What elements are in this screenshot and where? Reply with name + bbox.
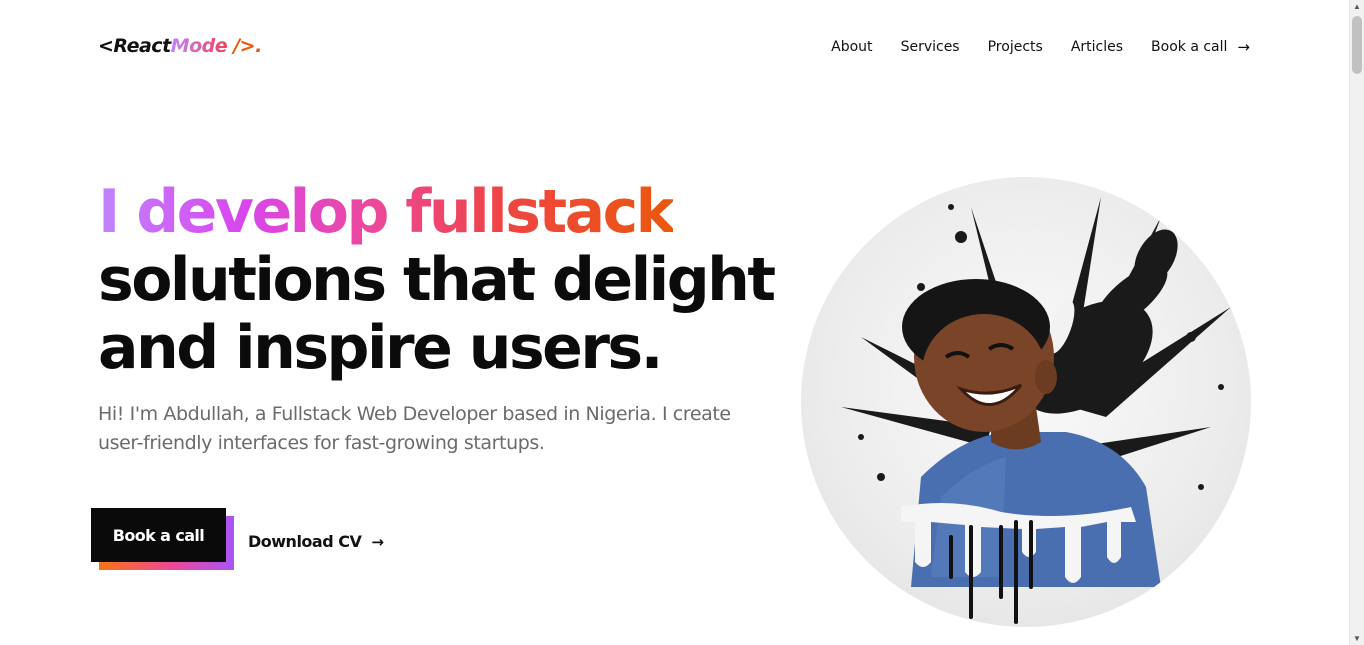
hero-headline: I develop fullstack solutions that delig… (98, 177, 776, 383)
nav-services[interactable]: Services (901, 39, 960, 55)
logo-dot: . (255, 35, 262, 57)
nav-services-label: Services (900, 39, 960, 55)
download-cv-link[interactable]: Download CV → (248, 532, 384, 551)
headline-line-2: solutions that delight (98, 245, 776, 315)
nav-articles-label: Articles (1070, 39, 1124, 55)
arrow-right-icon: → (371, 532, 384, 551)
logo-close: /> (227, 35, 256, 57)
nav-book-a-call-label: Book a call (1151, 39, 1228, 55)
nav-book-a-call[interactable]: Book a call → (1151, 38, 1250, 56)
book-call-button[interactable]: Book a call (91, 508, 226, 562)
book-call-cta: Book a call (91, 508, 234, 570)
site-logo[interactable]: <ReactMode />. (98, 35, 262, 57)
page-scrollbar[interactable]: ▲ ▼ (1349, 0, 1364, 645)
download-cv-label: Download CV (248, 532, 362, 551)
main-nav: About Services Projects Articles Book a … (831, 38, 1250, 56)
headline-highlight: I develop fullstack (98, 177, 676, 247)
logo-mode: Mode (170, 35, 228, 57)
portrait-image (801, 177, 1251, 627)
nav-projects[interactable]: Projects (988, 39, 1043, 55)
nav-projects-label: Projects (987, 39, 1043, 55)
headline-line-3: and inspire users. (98, 313, 663, 383)
nav-about-label: About (831, 39, 873, 55)
scroll-down-icon[interactable]: ▼ (1353, 634, 1361, 643)
logo-open: <React (98, 35, 171, 57)
hero-subtext: Hi! I'm Abdullah, a Fullstack Web Develo… (98, 403, 731, 454)
scrollbar-thumb[interactable] (1352, 16, 1362, 74)
scroll-up-icon[interactable]: ▲ (1353, 2, 1361, 11)
arrow-right-icon: → (1237, 38, 1250, 56)
nav-articles[interactable]: Articles (1071, 39, 1123, 55)
nav-about[interactable]: About (831, 39, 872, 55)
